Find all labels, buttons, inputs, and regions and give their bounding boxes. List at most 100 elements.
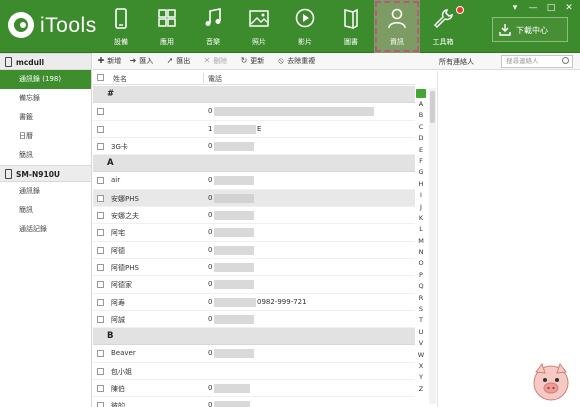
alphabet-index-letter[interactable]: P	[415, 270, 427, 281]
contact-row[interactable]: 3G卡 0	[93, 138, 415, 156]
device-header[interactable]: SM-N910U	[0, 165, 91, 182]
alphabet-index-letter[interactable]: C	[415, 122, 427, 133]
contact-row[interactable]: 阿誠 0	[93, 311, 415, 329]
nav-tab-5[interactable]: 圖書	[328, 0, 374, 53]
dedupe-button[interactable]: ⦸ 去除重複	[277, 56, 315, 67]
row-checkbox[interactable]	[97, 315, 104, 323]
group-letter: B	[107, 331, 114, 342]
alphabet-index-letter[interactable]: R	[415, 293, 427, 304]
alphabet-index-letter[interactable]: O	[415, 258, 427, 269]
contact-row[interactable]: 阿德PHS 0	[93, 259, 415, 277]
alphabet-index-letter[interactable]: K	[415, 213, 427, 224]
contacts-scrollbar[interactable]	[429, 88, 436, 404]
alphabet-index-letter[interactable]: S	[415, 304, 427, 315]
nav-tab-2[interactable]: 音樂	[190, 0, 236, 53]
alphabet-index-letter[interactable]: N	[415, 247, 427, 258]
alphabet-index-letter[interactable]: M	[415, 236, 427, 247]
row-checkbox[interactable]	[97, 367, 104, 375]
row-checkbox[interactable]	[97, 298, 104, 306]
alphabet-index-letter[interactable]: Q	[415, 281, 427, 292]
contact-row[interactable]: air 0	[93, 172, 415, 190]
contact-filter-select[interactable]: 所有連絡人	[439, 57, 474, 67]
alphabet-index-letter[interactable]: D	[415, 133, 427, 144]
sidebar-item[interactable]: 通話記錄	[0, 220, 91, 239]
row-checkbox[interactable]	[97, 142, 104, 150]
sidebar-item[interactable]: 備忘錄	[0, 89, 91, 108]
redacted-value	[214, 141, 254, 151]
sidebar-item[interactable]: 簡訊	[0, 201, 91, 220]
row-checkbox[interactable]	[97, 194, 104, 202]
contact-phone: 0	[208, 314, 213, 323]
row-checkbox[interactable]	[97, 350, 104, 358]
search-input[interactable]: 搜尋連絡人	[501, 55, 573, 68]
contacts-toolbar: ✚ 新增 ➜ 匯入 ➚ 匯出 ✕ 刪除 ↻ 更新 ⦸ 去除重複 所有連絡人 搜尋…	[93, 53, 580, 70]
redacted-value	[214, 107, 374, 117]
contact-row[interactable]: 彼的 0	[93, 397, 415, 407]
contact-row[interactable]: 陳伯 0	[93, 380, 415, 398]
sidebar-item[interactable]: 日曆	[0, 127, 91, 146]
contact-row[interactable]: 包小姐	[93, 363, 415, 381]
alphabet-index-letter[interactable]: J	[415, 202, 427, 213]
close-button[interactable]: ✕	[562, 2, 576, 14]
nav-tab-3[interactable]: 照片	[236, 0, 282, 53]
sidebar-item[interactable]: 簡訊	[0, 146, 91, 165]
alphabet-index-letter[interactable]: T	[415, 315, 427, 326]
row-checkbox[interactable]	[97, 125, 104, 133]
contact-row[interactable]: 1E	[93, 121, 415, 138]
alphabet-index-letter[interactable]: B	[415, 110, 427, 121]
contact-row[interactable]: 阿德 0	[93, 242, 415, 259]
alphabet-index-letter[interactable]: F	[415, 156, 427, 167]
row-checkbox[interactable]	[97, 402, 104, 407]
column-header-phone[interactable]: 電話	[208, 74, 222, 84]
alphabet-index-letter[interactable]: V	[415, 338, 427, 349]
row-checkbox[interactable]	[97, 246, 104, 254]
contact-row[interactable]: 阿德家 0	[93, 276, 415, 294]
contact-row[interactable]: Beaver 0	[93, 345, 415, 363]
minimize-button[interactable]: —	[526, 2, 540, 14]
maximize-button[interactable]: □	[544, 2, 558, 14]
row-checkbox[interactable]	[97, 229, 104, 237]
row-checkbox[interactable]	[97, 177, 104, 185]
row-checkbox[interactable]	[97, 385, 104, 393]
sidebar-item[interactable]: 通訊錄	[0, 182, 91, 201]
alphabet-index-letter[interactable]: Y	[415, 372, 427, 383]
sidebar-item[interactable]: 書籤	[0, 108, 91, 127]
contact-row[interactable]: 阿寿 0 0982-999-721	[93, 294, 415, 311]
alphabet-index-letter[interactable]: E	[415, 145, 427, 156]
new-contact-button[interactable]: ✚ 新增	[97, 56, 122, 67]
select-all-checkbox[interactable]	[97, 74, 104, 81]
contact-row[interactable]: 安娜之夫 0	[93, 207, 415, 225]
skin-icon[interactable]: ▾	[508, 2, 522, 14]
alphabet-index-letter[interactable]: Z	[415, 384, 427, 395]
alphabet-index-letter[interactable]: L	[415, 224, 427, 235]
row-checkbox[interactable]	[97, 108, 104, 116]
nav-tab-4[interactable]: 影片	[282, 0, 328, 53]
alphabet-index-hash[interactable]	[416, 89, 426, 98]
row-checkbox[interactable]	[97, 263, 104, 271]
alphabet-index-letter[interactable]: A	[415, 99, 427, 110]
alphabet-index-letter[interactable]: U	[415, 327, 427, 338]
contact-row[interactable]: 安娜PHS 0	[93, 189, 415, 208]
scrollbar-thumb[interactable]	[430, 91, 435, 123]
download-center-button[interactable]: 下載中心	[492, 17, 568, 42]
row-checkbox[interactable]	[97, 281, 104, 289]
refresh-button[interactable]: ↻ 更新	[240, 56, 265, 67]
export-button[interactable]: ➚ 匯出	[166, 56, 191, 67]
alphabet-index-letter[interactable]: G	[415, 167, 427, 178]
contact-row[interactable]: 阿宅 0	[93, 224, 415, 242]
nav-tab-0[interactable]: 設備	[98, 0, 144, 53]
device-header[interactable]: mcdull	[0, 53, 91, 70]
row-checkbox[interactable]	[97, 212, 104, 220]
alphabet-index-letter[interactable]: H	[415, 179, 427, 190]
delete-button[interactable]: ✕ 刪除	[203, 56, 228, 67]
contact-row[interactable]: 0	[93, 103, 415, 121]
contact-name: Beaver	[111, 349, 136, 358]
import-button[interactable]: ➜ 匯入	[129, 56, 154, 67]
column-header-name[interactable]: 姓名	[113, 74, 127, 84]
alphabet-index-letter[interactable]: W	[415, 350, 427, 361]
sidebar-item[interactable]: 通訊錄 (198)	[0, 70, 91, 89]
alphabet-index-letter[interactable]: X	[415, 361, 427, 372]
alphabet-index-letter[interactable]: I	[415, 190, 427, 201]
nav-tab-6[interactable]: 資訊	[374, 0, 420, 53]
nav-tab-1[interactable]: 應用	[144, 0, 190, 53]
